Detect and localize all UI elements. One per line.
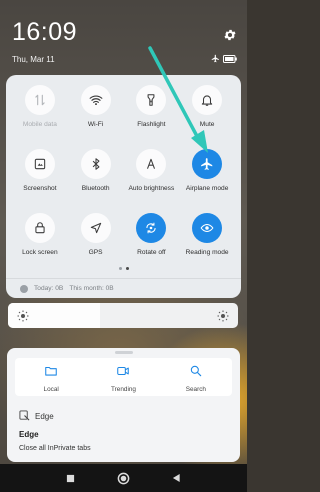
wifi-icon [80, 85, 111, 115]
tile-bell[interactable]: Mute [179, 85, 235, 141]
tile-airplane[interactable]: Airplane mode [179, 149, 235, 205]
screenshot-icon [24, 149, 55, 179]
folder-icon [44, 364, 58, 383]
battery-icon [223, 54, 237, 63]
auto-brightness-icon [136, 149, 167, 179]
gear-icon[interactable] [223, 28, 237, 42]
tile-screenshot[interactable]: Screenshot [12, 149, 68, 205]
tile-gps[interactable]: GPS [68, 213, 124, 269]
edge-notification[interactable]: Local Trending Search Edge Edge Close all … [7, 348, 240, 462]
clock: 16:09 [12, 18, 78, 46]
tile-label: Airplane mode [185, 185, 229, 192]
tile-label: GPS [88, 249, 103, 256]
back-button[interactable] [172, 473, 181, 483]
quick-settings-panel: Mobile data Wi-Fi Flashlight Mute Screenshot… [6, 75, 241, 298]
page-dot [118, 267, 122, 270]
lock-icon [24, 213, 55, 243]
navigation-bar [0, 464, 247, 492]
gps-icon [80, 213, 111, 243]
video-icon [116, 364, 130, 383]
date: Thu, Mar 11 [12, 55, 55, 64]
search-icon [189, 364, 203, 383]
quick-settings-grid: Mobile data Wi-Fi Flashlight Mute Screenshot… [12, 85, 235, 269]
tile-label: Screenshot [23, 185, 57, 192]
sun-icon [17, 309, 29, 327]
system-icons [211, 54, 237, 63]
tile-auto-brightness[interactable]: Auto brightness [124, 149, 180, 205]
tile-label: Reading mode [185, 249, 229, 256]
tile-label: Mute [199, 121, 215, 128]
recents-button[interactable] [66, 474, 75, 483]
tile-rotate[interactable]: Rotate off [124, 213, 180, 269]
tile-label: Bluetooth [81, 185, 110, 192]
tile-eye[interactable]: Reading mode [179, 213, 235, 269]
search-button[interactable]: Search [160, 358, 232, 396]
page-dot [125, 267, 129, 270]
tile-flashlight[interactable]: Flashlight [124, 85, 180, 141]
tile-label: Rotate off [137, 249, 166, 256]
action-label: Search [185, 386, 206, 393]
tile-label: Flashlight [137, 121, 166, 128]
bluetooth-icon [80, 149, 111, 179]
airplane-status-icon [211, 54, 220, 63]
eye-icon [192, 213, 223, 243]
sun-max-icon [217, 309, 229, 327]
flashlight-icon [136, 85, 167, 115]
data-usage: Today: 0B This month: 0B [6, 278, 241, 298]
mobile-data-icon [24, 85, 55, 115]
tile-bluetooth[interactable]: Bluetooth [68, 149, 124, 205]
page-indicator [6, 267, 241, 270]
tile-mobile-data[interactable]: Mobile data [12, 85, 68, 141]
notification-actions: Local Trending Search [15, 358, 232, 396]
tile-label: Lock screen [22, 249, 58, 256]
notification-title: Edge [19, 430, 39, 439]
data-usage-icon [20, 284, 28, 293]
rotate-icon [136, 213, 167, 243]
data-usage-month: This month: 0B [69, 285, 114, 292]
home-button[interactable] [117, 472, 130, 485]
tile-wifi[interactable]: Wi-Fi [68, 85, 124, 141]
brightness-slider[interactable] [8, 303, 238, 328]
action-label: Trending [110, 386, 136, 393]
notification-app-name: Edge [35, 412, 54, 421]
notification-header: Edge [19, 410, 54, 423]
edge-icon [19, 410, 30, 423]
local-button[interactable]: Local [15, 358, 87, 396]
action-label: Local [43, 386, 59, 393]
status-bar: 16:09 Thu, Mar 11 [0, 0, 247, 72]
trending-button[interactable]: Trending [87, 358, 159, 396]
data-usage-today: Today: 0B [34, 285, 64, 292]
tile-lock[interactable]: Lock screen [12, 213, 68, 269]
tile-label: Mobile data [22, 121, 57, 128]
tile-label: Auto brightness [128, 185, 175, 192]
bell-icon [192, 85, 223, 115]
tile-label: Wi-Fi [87, 121, 104, 128]
airplane-icon [192, 149, 223, 179]
expand-handle-icon [115, 351, 133, 354]
notification-text: Close all InPrivate tabs [19, 445, 91, 452]
